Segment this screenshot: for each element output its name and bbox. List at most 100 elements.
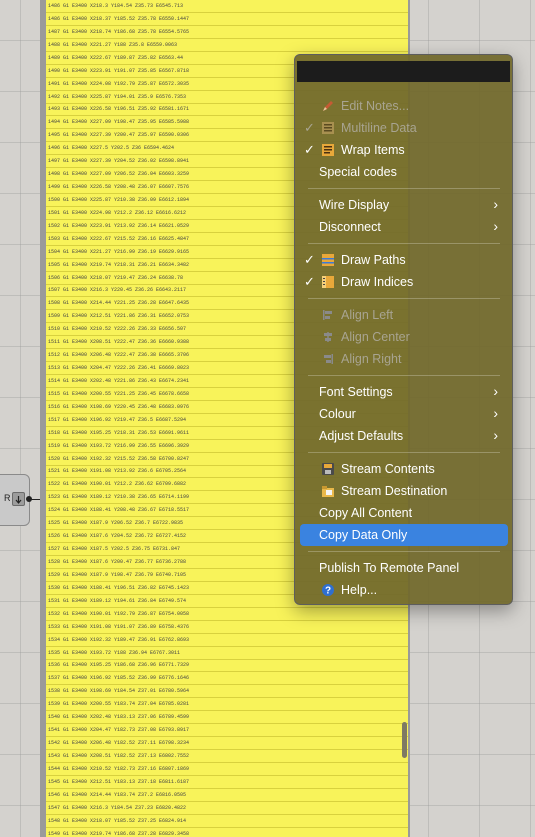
- panel-row-text: 1544 G1 E3400 X210.52 Y182.73 Z37.16 E68…: [48, 765, 190, 772]
- panel-row-text: 1531 G1 E3400 X189.12 Y194.61 Z36.84 E67…: [48, 597, 187, 604]
- panel-row: 1534 G1 E3400 X192.32 Y189.47 Z36.91 E67…: [46, 634, 408, 647]
- menu-label: Wire Display: [319, 198, 390, 212]
- panel-row-text: 1486 G1 E3400 X218.37 Y185.52 Z35.78 E65…: [48, 15, 190, 22]
- panel-row-text: 1523 G1 E3400 X189.12 Y210.38 Z36.65 E67…: [48, 494, 190, 501]
- menu-item-align-right[interactable]: Align Right: [300, 348, 508, 370]
- menu-item-help[interactable]: ? Help...: [300, 579, 508, 601]
- pencil-icon: [323, 101, 333, 111]
- panel-row-text: 1534 G1 E3400 X192.32 Y189.47 Z36.91 E67…: [48, 636, 190, 643]
- chevron-right-icon: ›: [493, 427, 498, 443]
- panel-row-text: 1488 G1 E3400 X221.27 Y188 Z35.8 E6559.0…: [48, 41, 178, 48]
- menu-label: Align Right: [341, 352, 402, 366]
- panel-row-text: 1498 G1 E3400 X227.09 Y206.52 Z36.04 E66…: [48, 171, 190, 178]
- align-right-icon: [324, 354, 333, 364]
- menu-separator: [308, 452, 500, 453]
- checkmark-icon: ✓: [304, 120, 315, 135]
- menu-item-colour[interactable]: Colour ›: [300, 403, 508, 425]
- menu-item-special-codes[interactable]: Special codes: [300, 161, 508, 183]
- menu-label: Multiline Data: [341, 121, 417, 135]
- menu-item-font-settings[interactable]: Font Settings ›: [300, 381, 508, 403]
- checkmark-icon: ✓: [304, 142, 315, 157]
- menu-item-edit-notes[interactable]: Edit Notes...: [300, 95, 508, 117]
- menu-header: [297, 61, 510, 82]
- menu-item-draw-paths[interactable]: ✓ Draw Paths: [300, 249, 508, 271]
- panel-row: 1545 G1 E3400 X212.51 Y183.13 Z37.18 E68…: [46, 776, 408, 789]
- panel-row: 1541 G1 E3400 X204.47 Y182.73 Z37.08 E67…: [46, 724, 408, 738]
- menu-separator: [308, 188, 500, 189]
- menu-label: Stream Contents: [341, 462, 435, 476]
- panel-row: 1537 G1 E3400 X196.92 Y185.52 Z36.99 E67…: [46, 672, 408, 686]
- panel-row-text: 1547 G1 E3400 X216.3 Y184.54 Z37.23 E682…: [48, 804, 187, 811]
- panel-row-text: 1535 G1 E3400 X193.72 Y188 Z36.94 E6767.…: [48, 649, 181, 656]
- panel-row-text: 1521 G1 E3400 X191.08 Y213.92 Z36.6 E670…: [48, 468, 187, 475]
- list-icon: [322, 122, 334, 134]
- panel-row-text: 1541 G1 E3400 X204.47 Y182.73 Z37.08 E67…: [48, 727, 190, 734]
- svg-text:?: ?: [325, 586, 331, 597]
- panel-row: 1546 G1 E3400 X214.44 Y183.74 Z37.2 E681…: [46, 789, 408, 802]
- menu-separator: [308, 298, 500, 299]
- panel-row: 1486 G1 E3400 X218.3 Y184.54 Z35.73 E654…: [46, 0, 408, 13]
- panel-row-text: 1519 G1 E3400 X193.72 Y216.99 Z36.55 E66…: [48, 442, 190, 449]
- menu-item-adjust-defaults[interactable]: Adjust Defaults ›: [300, 425, 508, 447]
- panel-row-text: 1493 G1 E3400 X226.58 Y196.51 Z35.92 E65…: [48, 106, 190, 113]
- panel-row-text: 1513 G1 E3400 X204.47 Y222.26 Z36.41 E66…: [48, 365, 190, 372]
- menu-label: Adjust Defaults: [319, 429, 404, 443]
- panel-row-text: 1536 G1 E3400 X195.25 Y186.68 Z36.96 E67…: [48, 662, 190, 669]
- panel-row-text: 1501 G1 E3400 X224.98 Y212.2 Z36.12 E661…: [48, 209, 187, 216]
- panel-row: 1535 G1 E3400 X193.72 Y188 Z36.94 E6767.…: [46, 647, 408, 660]
- menu-item-copy-data-only[interactable]: Copy Data Only: [300, 524, 508, 546]
- context-menu: Edit Notes... ✓ Multiline Data ✓ Wrap It…: [294, 54, 513, 605]
- panel-row-text: 1537 G1 E3400 X196.92 Y185.52 Z36.99 E67…: [48, 675, 190, 682]
- panel-row-text: 1517 G1 E3400 X196.92 Y219.47 Z36.5 E668…: [48, 416, 187, 423]
- checkmark-icon: ✓: [304, 252, 315, 267]
- menu-item-copy-all-content[interactable]: Copy All Content: [300, 502, 508, 524]
- menu-item-draw-indices[interactable]: ✓ Draw Indices: [300, 271, 508, 293]
- menu-item-align-left[interactable]: Align Left: [300, 304, 508, 326]
- checkmark-icon: ✓: [304, 274, 315, 289]
- panel-row-text: 1507 G1 E3400 X216.3 Y220.45 Z36.26 E664…: [48, 287, 187, 294]
- panel-row-text: 1506 G1 E3400 X218.07 Y219.47 Z36.24 E66…: [48, 274, 184, 281]
- arrow-down-icon: [15, 496, 22, 504]
- panel-row-text: 1533 G1 E3400 X191.08 Y191.07 Z36.89 E67…: [48, 623, 190, 630]
- panel-row-text: 1548 G1 E3400 X218.07 Y185.52 Z37.25 E68…: [48, 817, 187, 824]
- panel-row-text: 1511 G1 E3400 X208.51 Y222.47 Z36.36 E66…: [48, 339, 190, 346]
- menu-item-stream-destination[interactable]: Stream Destination: [300, 480, 508, 502]
- menu-item-disconnect[interactable]: Disconnect ›: [300, 216, 508, 238]
- panel-row: 1547 G1 E3400 X216.3 Y184.54 Z37.23 E682…: [46, 802, 408, 815]
- menu-item-multiline-data[interactable]: ✓ Multiline Data: [300, 117, 508, 139]
- menu-label: Help...: [341, 583, 378, 597]
- panel-row: 1543 G1 E3400 X208.51 Y182.52 Z37.13 E68…: [46, 750, 408, 763]
- menu-item-publish-remote-panel[interactable]: Publish To Remote Panel: [300, 557, 508, 579]
- panel-row-text: 1520 G1 E3400 X192.32 Y215.52 Z36.58 E67…: [48, 455, 190, 462]
- panel-row-text: 1516 G1 E3400 X198.69 Y220.45 Z36.48 E66…: [48, 403, 190, 410]
- menu-item-wrap-items[interactable]: ✓ Wrap Items: [300, 139, 508, 161]
- panel-row-text: 1509 G1 E3400 X212.51 Y221.86 Z36.31 E66…: [48, 313, 190, 320]
- menu-label: Wrap Items: [341, 143, 405, 157]
- panel-row: 1549 G1 E3400 X219.74 Y186.68 Z37.28 E68…: [46, 828, 408, 837]
- panel-row-text: 1512 G1 E3400 X206.48 Y222.47 Z36.38 E66…: [48, 352, 190, 359]
- menu-label: Draw Indices: [341, 275, 414, 289]
- menu-label: Colour: [319, 407, 356, 421]
- chevron-right-icon: ›: [493, 196, 498, 212]
- menu-separator: [308, 551, 500, 552]
- menu-label: Special codes: [319, 165, 397, 179]
- panel-row-text: 1495 G1 E3400 X227.39 Y200.47 Z35.97 E65…: [48, 132, 190, 139]
- menu-label: Disconnect: [319, 220, 381, 234]
- node-output-grip[interactable]: [12, 492, 25, 506]
- panel-row-text: 1486 G1 E3400 X218.3 Y184.54 Z35.73 E654…: [48, 3, 184, 9]
- panel-row-text: 1499 G1 E3400 X226.58 Y208.48 Z36.07 E66…: [48, 184, 190, 191]
- menu-item-stream-contents[interactable]: Stream Contents: [300, 458, 508, 480]
- panel-row-text: 1504 G1 E3400 X221.27 Y216.99 Z36.19 E66…: [48, 248, 190, 255]
- panel-row: 1548 G1 E3400 X218.07 Y185.52 Z37.25 E68…: [46, 815, 408, 828]
- panel-row-text: 1549 G1 E3400 X219.74 Y186.68 Z37.28 E68…: [48, 830, 190, 837]
- floppy-disk-icon: [322, 463, 334, 475]
- panel-row-text: 1496 G1 E3400 X227.5 Y202.5 Z36 E6594.46…: [48, 145, 175, 152]
- menu-item-wire-display[interactable]: Wire Display ›: [300, 194, 508, 216]
- panel-row: 1532 G1 E3400 X190.01 Y192.79 Z36.87 E67…: [46, 608, 408, 621]
- panel-scrollbar[interactable]: [402, 722, 407, 758]
- menu-item-align-center[interactable]: Align Center: [300, 326, 508, 348]
- menu-label: Align Center: [341, 330, 410, 344]
- panel-row-text: 1497 G1 E3400 X227.39 Y204.52 Z36.02 E65…: [48, 158, 190, 165]
- panel-row-text: 1540 G1 E3400 X202.48 Y183.13 Z37.06 E67…: [48, 714, 190, 721]
- panel-row-text: 1524 G1 E3400 X188.41 Y208.48 Z36.67 E67…: [48, 507, 190, 514]
